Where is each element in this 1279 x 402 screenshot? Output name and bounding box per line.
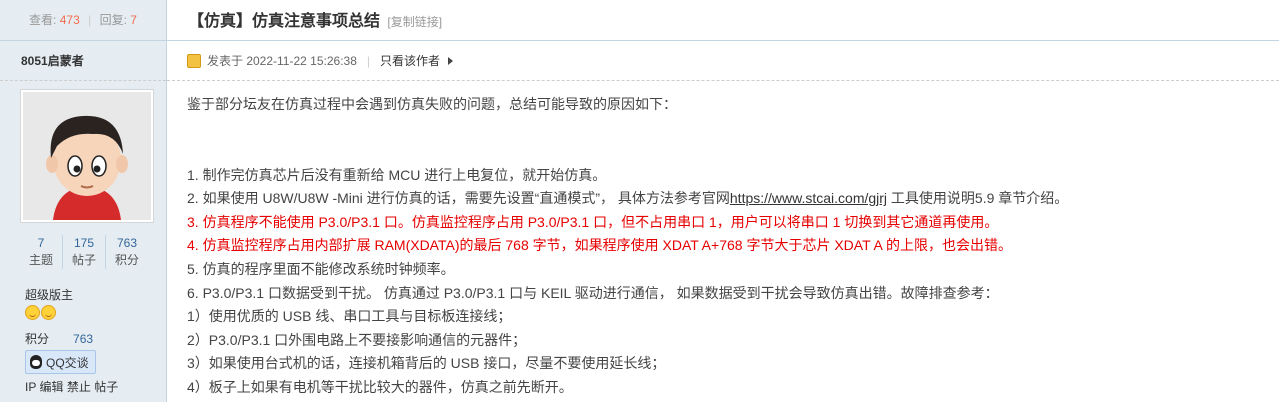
- ban-link[interactable]: 禁止: [67, 380, 91, 394]
- post-icon: [187, 53, 201, 68]
- smiley-icon: [25, 305, 40, 320]
- sub-item: 2）P3.0/P3.1 口外围电路上不要接影响通信的元器件；: [187, 331, 527, 348]
- points-value: 763: [73, 332, 94, 346]
- admin-links: IP 编辑 禁止 帖子: [25, 378, 118, 395]
- replies-label: 回复:: [99, 13, 127, 27]
- posts-label: 帖子: [71, 253, 96, 267]
- post-main: 【仿真】仿真注意事项总结 [复制链接] 发表于 2022-11-22 15:26…: [167, 0, 1279, 402]
- posts-link[interactable]: 帖子: [94, 380, 118, 394]
- sub-item: 1）使用优质的 USB 线、串口工具与目标板连接线；: [187, 308, 512, 325]
- post-meta: 发表于 2022-11-22 15:26:38 | 只看该作者: [167, 41, 1279, 81]
- user-stat-posts[interactable]: 175 帖子: [62, 235, 105, 269]
- post-date: 发表于 2022-11-22 15:26:38: [207, 53, 357, 68]
- points-stat-label: 积分: [114, 253, 139, 267]
- list-item: 1. 制作完仿真芯片后没有重新给 MCU 进行上电复位，就开始仿真。: [187, 166, 607, 183]
- copy-link-button[interactable]: [复制链接]: [387, 15, 442, 29]
- author-link[interactable]: 8051启蒙者: [21, 54, 84, 68]
- views-label: 查看:: [29, 13, 57, 27]
- author-sidebar: 查看: 473 | 回复: 7 8051启蒙者 7 主题 175 帖子 763 …: [0, 0, 167, 402]
- avatar[interactable]: [20, 89, 154, 223]
- user-stat-points[interactable]: 763 积分: [105, 235, 148, 269]
- post-title-bar: 【仿真】仿真注意事项总结 [复制链接]: [167, 0, 1279, 41]
- threads-count[interactable]: 7: [20, 235, 62, 252]
- sub-item: 4）板子上如果有电机等干扰比较大的器件，仿真之前先断开。: [187, 378, 573, 395]
- intro-text: 鉴于部分坛友在仿真过程中会遇到仿真失败的问题，总结可能导致的原因如下：: [187, 96, 677, 112]
- arrow-right-icon[interactable]: [448, 56, 454, 65]
- rank-icons: [25, 305, 56, 320]
- avatar-image[interactable]: [23, 92, 151, 220]
- smiley-icon: [41, 305, 56, 320]
- user-points: 积分 763: [25, 330, 93, 347]
- threads-label: 主题: [28, 253, 53, 267]
- thread-stats: 查看: 473 | 回复: 7: [0, 0, 166, 41]
- edit-link[interactable]: 编辑: [39, 380, 63, 394]
- post-title[interactable]: 【仿真】仿真注意事项总结: [188, 13, 380, 30]
- points-count[interactable]: 763: [106, 235, 148, 252]
- forum-post: 查看: 473 | 回复: 7 8051启蒙者 7 主题 175 帖子 763 …: [0, 0, 1279, 402]
- views-count: 473: [59, 13, 80, 27]
- replies-count: 7: [130, 13, 137, 27]
- list-item: 6. P3.0/P3.1 口数据受到干扰。 仿真通过 P3.0/P3.1 口与 …: [187, 284, 999, 301]
- qq-chat-button[interactable]: QQ交谈: [25, 350, 96, 374]
- user-stat-threads[interactable]: 7 主题: [20, 235, 62, 269]
- ip-link[interactable]: IP: [25, 380, 36, 394]
- list-item: 2. 如果使用 U8W/U8W -Mini 进行仿真的话，需要先设置“直通模式”…: [187, 190, 1069, 207]
- list-item: 4. 仿真监控程序占用内部扩展 RAM(XDATA)的最后 768 字节，如果程…: [187, 237, 1012, 254]
- post-content: 鉴于部分坛友在仿真过程中会遇到仿真失败的问题，总结可能导致的原因如下： 1. 制…: [187, 93, 1068, 400]
- official-site-link[interactable]: https://www.stcai.com/gjrj: [730, 190, 887, 206]
- posts-count[interactable]: 175: [63, 235, 105, 252]
- points-label: 积分: [25, 332, 50, 346]
- list-item: 3. 仿真程序不能使用 P3.0/P3.1 口。仿真监控程序占用 P3.0/P3…: [187, 213, 999, 230]
- user-stats: 7 主题 175 帖子 763 积分: [20, 235, 148, 269]
- qq-chat-label: QQ交谈: [46, 355, 89, 370]
- user-group[interactable]: 超级版主: [25, 286, 73, 303]
- author-name[interactable]: 8051启蒙者: [0, 41, 166, 81]
- list-item: 5. 仿真的程序里面不能修改系统时钟频率。: [187, 260, 455, 277]
- sub-item: 3）如果使用台式机的话，连接机箱背后的 USB 接口，尽量不要使用延长线；: [187, 355, 666, 372]
- only-author-link[interactable]: 只看该作者: [380, 40, 440, 82]
- qq-penguin-icon: [30, 355, 42, 369]
